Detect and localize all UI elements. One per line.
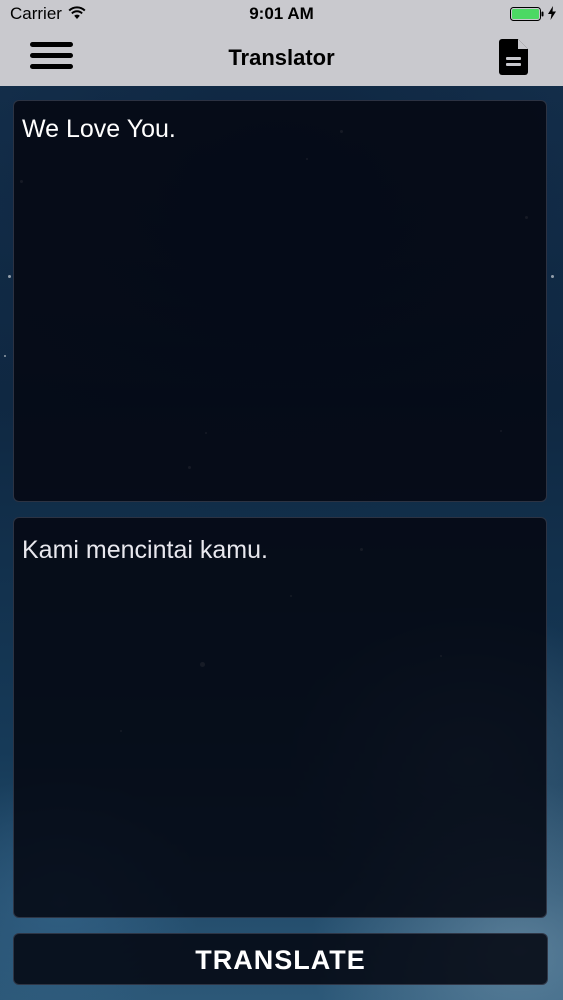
translate-button[interactable]: TRANSLATE (13, 933, 548, 985)
status-bar: Carrier 9:01 AM (0, 0, 563, 28)
battery-icon (510, 7, 544, 21)
translated-text: Kami mencintai kamu. (22, 536, 268, 564)
charging-bolt-icon (548, 6, 556, 20)
source-text: We Love You. (22, 115, 176, 143)
status-time: 9:01 AM (249, 4, 314, 23)
page-title: Translator (228, 45, 335, 70)
navigation-bar: Translator (0, 28, 563, 86)
translation-output[interactable]: Kami mencintai kamu. (13, 517, 547, 918)
document-icon[interactable] (498, 38, 530, 76)
source-text-input[interactable]: We Love You. (13, 100, 547, 502)
